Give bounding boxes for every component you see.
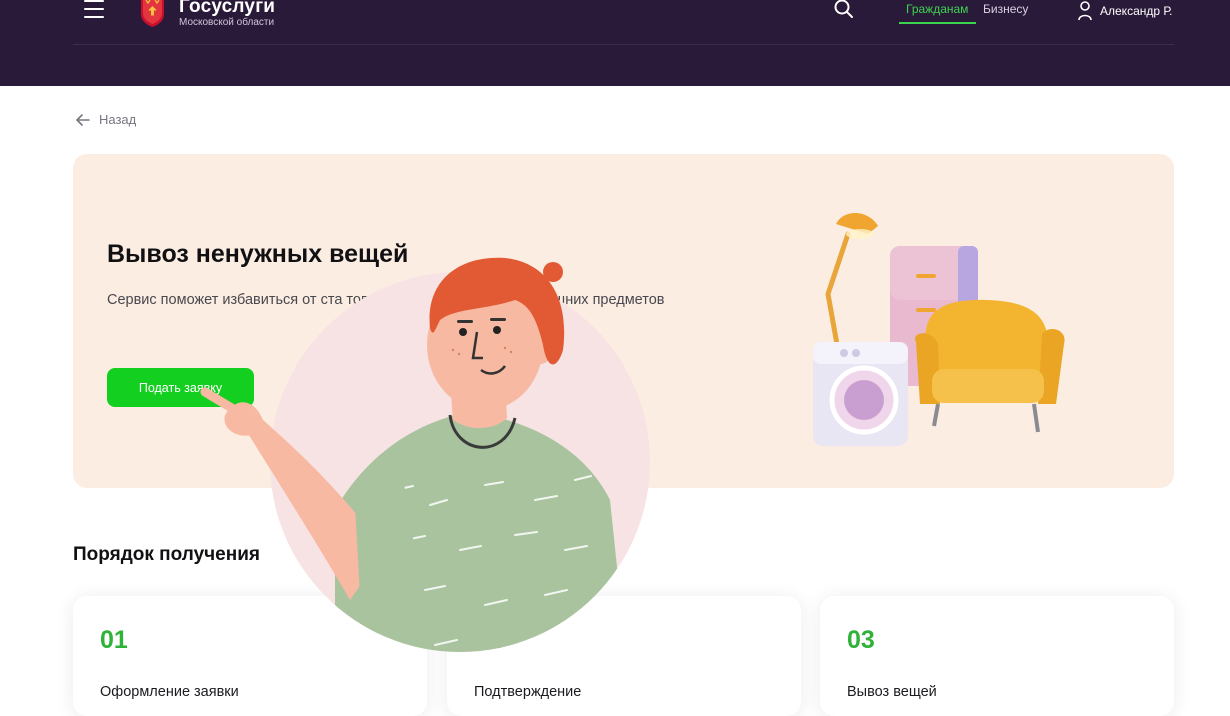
user-profile-button[interactable]: Александр Р. xyxy=(1078,0,1172,22)
search-icon[interactable] xyxy=(833,0,855,22)
step-number: 03 xyxy=(847,626,875,654)
step-number: 01 xyxy=(100,626,128,654)
logo-subtitle: Московской области xyxy=(179,17,275,28)
service-title: Вывоз ненужных вещей xyxy=(107,240,409,268)
top-navigation-bar: Госуслуги Московской области Гражданам Б… xyxy=(0,0,1230,86)
user-icon xyxy=(1078,1,1092,21)
service-hero-banner: Вывоз ненужных вещей Сервис поможет изба… xyxy=(73,154,1174,488)
arrow-left-icon xyxy=(76,113,90,126)
nav-active-indicator xyxy=(899,22,976,24)
step-label: Вывоз вещей xyxy=(847,684,937,700)
household-items-illustration xyxy=(813,212,1065,446)
service-description: Сервис поможет избавиться от ста товых п… xyxy=(107,292,665,308)
step-card: 03 Вывоз вещей xyxy=(820,596,1174,716)
step-card: 01 Оформление заявки xyxy=(73,596,427,716)
submit-application-button[interactable]: Подать заявку xyxy=(107,368,254,407)
step-label: Подтверждение xyxy=(474,684,582,700)
step-number: 02 xyxy=(474,626,502,654)
step-label: Оформление заявки xyxy=(100,684,239,700)
step-card: 02 Подтверждение xyxy=(447,596,801,716)
nav-link-citizens[interactable]: Гражданам xyxy=(906,2,968,16)
logo-title[interactable]: Госуслуги xyxy=(179,0,275,18)
coat-of-arms-icon[interactable] xyxy=(139,0,166,27)
back-label: Назад xyxy=(99,112,137,127)
header-divider xyxy=(73,44,1174,45)
back-link[interactable]: Назад xyxy=(75,112,136,127)
menu-icon[interactable] xyxy=(84,0,104,20)
steps-section-title: Порядок получения xyxy=(73,544,260,565)
nav-link-business[interactable]: Бизнесу xyxy=(983,2,1028,16)
user-name: Александр Р. xyxy=(1100,4,1173,18)
